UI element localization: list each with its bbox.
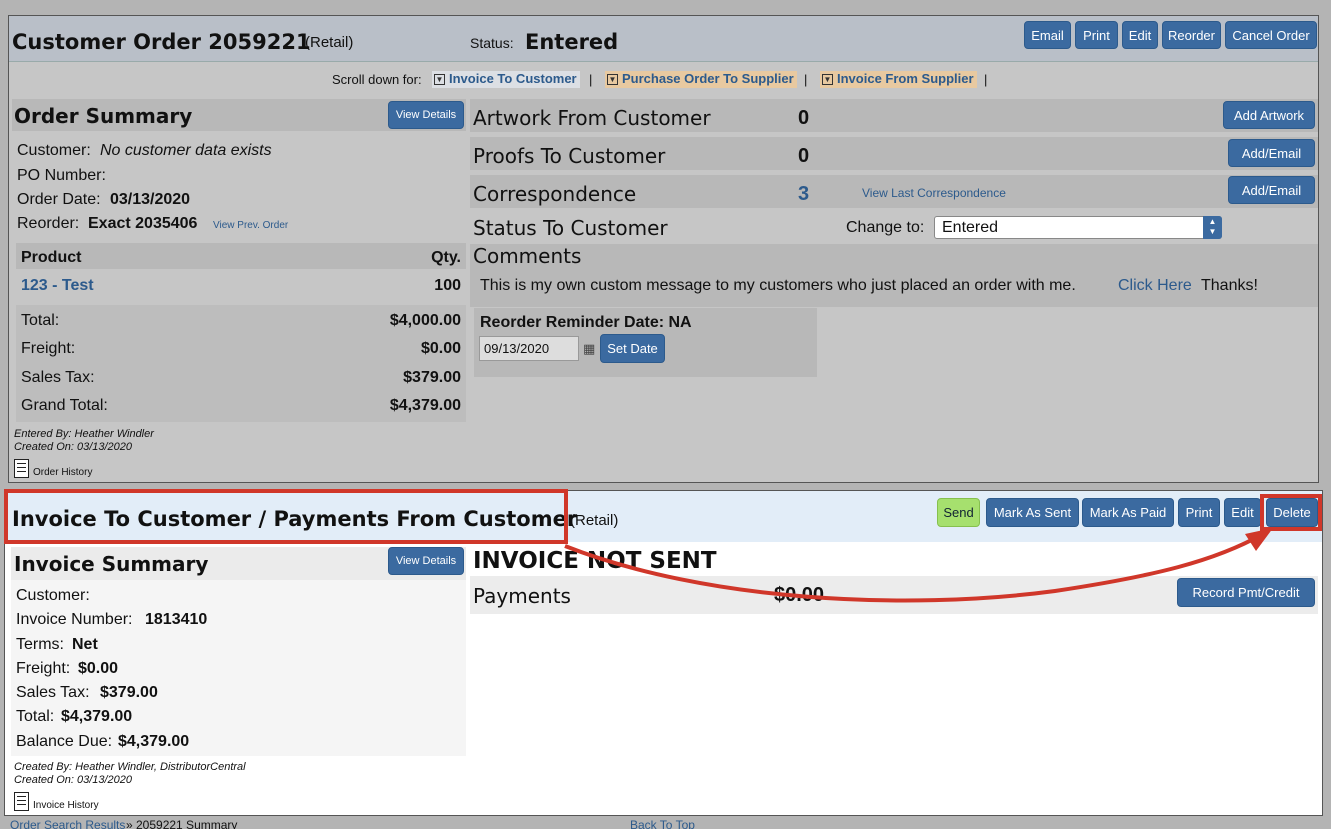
- status-label: Status:: [470, 35, 514, 51]
- customer-label: Customer:: [17, 142, 91, 159]
- comment-link[interactable]: Click Here: [1118, 277, 1192, 295]
- proofs-count: 0: [798, 145, 810, 167]
- add-email-button[interactable]: Add/Email: [1228, 176, 1315, 204]
- freight-label: Freight:: [21, 340, 76, 357]
- total-label: Total:: [21, 312, 60, 329]
- cancel-order-button[interactable]: Cancel Order: [1225, 21, 1317, 49]
- edit-button[interactable]: Edit: [1122, 21, 1158, 49]
- email-button[interactable]: Email: [1024, 21, 1071, 49]
- invoice-panel: Invoice To Customer / Payments From Cust…: [4, 489, 1323, 816]
- scroll-label: Scroll down for:: [332, 72, 422, 87]
- divider: |: [804, 72, 808, 87]
- status-select-value: Entered: [942, 219, 999, 236]
- created-on: Created On: 03/13/2020: [14, 441, 133, 453]
- chevron-down-icon: ▼: [434, 74, 445, 85]
- chevron-down-icon: ▼: [822, 74, 833, 85]
- product-qty: 100: [434, 277, 461, 294]
- change-to-label: Change to:: [846, 219, 925, 236]
- order-summary-title: Order Summary: [14, 104, 193, 128]
- jump-label: Invoice From Supplier: [837, 71, 974, 86]
- po-number-label: PO Number:: [17, 167, 106, 184]
- reorder-label: Reorder:: [17, 215, 80, 232]
- add-email-button[interactable]: Add/Email: [1228, 139, 1315, 167]
- order-date-label: Order Date:: [17, 191, 101, 208]
- order-type: (Retail): [305, 34, 354, 51]
- divider: |: [589, 72, 593, 87]
- order-date-value: 03/13/2020: [110, 191, 191, 208]
- reminder-date-input[interactable]: 09/13/2020: [479, 336, 579, 361]
- artwork-count: 0: [798, 107, 810, 129]
- back-to-top-link[interactable]: Back To Top: [630, 818, 695, 829]
- status-to-customer-label: Status To Customer: [473, 216, 668, 240]
- status-select[interactable]: Entered ▲ ▼: [934, 216, 1222, 239]
- order-history-link[interactable]: Order History: [33, 467, 92, 478]
- jump-label: Purchase Order To Supplier: [622, 71, 794, 86]
- view-details-button[interactable]: View Details: [388, 101, 464, 129]
- document-icon: [14, 459, 29, 478]
- jump-invoice-to-customer[interactable]: ▼ Invoice To Customer: [432, 71, 580, 88]
- total-value: $4,000.00: [389, 312, 461, 329]
- order-panel: Customer Order 2059221 (Retail) Status: …: [8, 15, 1319, 483]
- print-button[interactable]: Print: [1075, 21, 1118, 49]
- order-title: Customer Order 2059221: [12, 30, 311, 54]
- comment-text: This is my own custom message to my cust…: [480, 277, 1076, 294]
- chevron-down-icon: ▼: [607, 74, 618, 85]
- proofs-label: Proofs To Customer: [473, 144, 666, 168]
- order-header: Customer Order 2059221 (Retail) Status: …: [9, 16, 1318, 62]
- reorder-button[interactable]: Reorder: [1162, 21, 1221, 49]
- sales-tax-value: $379.00: [403, 369, 461, 386]
- status-value: Entered: [525, 30, 619, 54]
- grand-total-value: $4,379.00: [389, 397, 461, 414]
- breadcrumb-current: » 2059221 Summary: [126, 818, 238, 829]
- product-header: Product: [21, 249, 82, 266]
- annotation-arrow: [564, 528, 1273, 603]
- view-last-correspondence-link[interactable]: View Last Correspondence: [862, 186, 1006, 200]
- view-prev-order-link[interactable]: View Prev. Order: [213, 220, 288, 231]
- freight-value: $0.00: [420, 340, 461, 357]
- grand-total-label: Grand Total:: [21, 397, 108, 414]
- reminder-label: Reorder Reminder Date: NA: [480, 314, 692, 331]
- divider: |: [984, 72, 988, 87]
- select-arrows-icon: ▲ ▼: [1203, 216, 1222, 239]
- correspondence-count[interactable]: 3: [798, 183, 809, 206]
- add-artwork-button[interactable]: Add Artwork: [1223, 101, 1315, 129]
- sales-tax-label: Sales Tax:: [21, 369, 95, 386]
- correspondence-label: Correspondence: [473, 182, 637, 206]
- set-date-button[interactable]: Set Date: [600, 334, 665, 363]
- artwork-label: Artwork From Customer: [473, 106, 711, 130]
- jump-invoice-from-supplier[interactable]: ▼ Invoice From Supplier: [820, 71, 977, 88]
- comments-label: Comments: [473, 244, 582, 268]
- entered-by: Entered By: Heather Windler: [14, 428, 154, 440]
- customer-value: No customer data exists: [100, 142, 272, 159]
- reminder-date-value: 09/13/2020: [484, 341, 550, 356]
- breadcrumb-link[interactable]: Order Search Results: [10, 818, 125, 829]
- product-link[interactable]: 123 - Test: [21, 277, 94, 295]
- reorder-value: Exact 2035406: [88, 215, 198, 232]
- calendar-icon[interactable]: ▦: [583, 341, 595, 357]
- comment-end: Thanks!: [1201, 277, 1258, 294]
- jump-purchase-order[interactable]: ▼ Purchase Order To Supplier: [605, 71, 797, 88]
- qty-header: Qty.: [431, 249, 461, 266]
- jump-label: Invoice To Customer: [449, 71, 577, 86]
- comments-box: [470, 244, 1318, 307]
